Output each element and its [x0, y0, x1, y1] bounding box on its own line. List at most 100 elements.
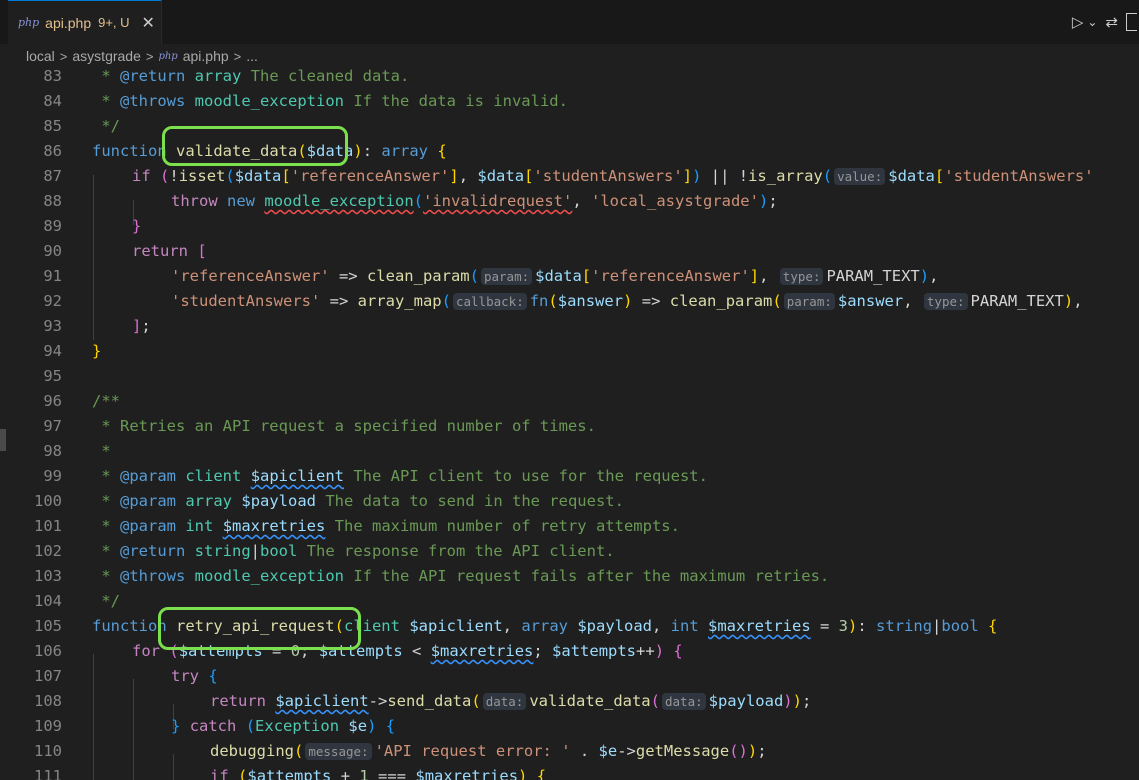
- tok: array: [381, 142, 429, 160]
- code-line: 102 * @return string|bool The response f…: [0, 539, 1139, 564]
- tok: $maxretries: [222, 517, 326, 535]
- tok: validate_data: [529, 692, 651, 710]
- inlay-hint: value:: [834, 168, 886, 185]
- breadcrumb-item-symbols[interactable]: ...: [246, 48, 258, 64]
- code-line: 83 * @return array The cleaned data.: [0, 64, 1139, 89]
- tok: $payload: [577, 617, 652, 635]
- tok: {: [536, 767, 547, 780]
- code-line: 107 try {: [0, 664, 1139, 689]
- inlay-hint: type:: [923, 293, 968, 310]
- tok: function: [92, 142, 167, 160]
- tok: 'invalidrequest': [423, 192, 573, 210]
- line-number: 92: [43, 292, 62, 310]
- tok: $payload: [708, 692, 784, 710]
- tok: || !: [701, 167, 749, 185]
- tok: ,: [458, 167, 478, 185]
- inlay-hint: param:: [480, 268, 533, 285]
- line-number: 99: [43, 467, 62, 485]
- tok: $e: [348, 717, 368, 735]
- tok: ,: [903, 292, 922, 310]
- tok: $maxretries: [430, 642, 534, 660]
- tok: .: [570, 742, 599, 760]
- tok: fn: [529, 292, 549, 310]
- code-editor[interactable]: 83 * @return array The cleaned data. 84 …: [0, 64, 1139, 780]
- breadcrumb-item-asystgrade[interactable]: asystgrade: [72, 48, 140, 64]
- line-number: 95: [43, 367, 62, 385]
- chevron-right-icon: >: [145, 48, 154, 64]
- tok: ->: [617, 742, 636, 760]
- code-line: 89 }: [0, 214, 1139, 239]
- tok: array: [194, 67, 242, 85]
- line-number: 102: [34, 542, 62, 560]
- line-number: 111: [34, 767, 62, 780]
- tok: ]: [449, 167, 459, 185]
- tok: Exception: [255, 717, 340, 735]
- line-number: 89: [43, 217, 62, 235]
- tok: client: [185, 467, 242, 485]
- tab-filename: api.php: [45, 14, 92, 31]
- code-text: if (!isset($data['referenceAnswer'], $da…: [132, 167, 1094, 185]
- php-file-icon: php: [158, 50, 178, 62]
- tok: Retries an API request a specified numbe…: [110, 417, 596, 435]
- tok: return: [132, 242, 188, 260]
- code-text: * @param array $payload The data to send…: [92, 489, 624, 514]
- tok: }: [171, 717, 181, 735]
- tok: catch: [189, 717, 237, 735]
- tok: string: [194, 542, 251, 560]
- code-text: debugging(message: 'API request error: ' …: [210, 742, 767, 760]
- tok: $maxretries: [415, 767, 519, 780]
- line-number: 110: [34, 742, 62, 760]
- code-text: */: [92, 114, 120, 139]
- line-number: 86: [43, 142, 62, 160]
- run-icon[interactable]: ▷: [1072, 13, 1084, 31]
- code-line: 101 * @param int $maxretries The maximum…: [0, 514, 1139, 539]
- tok: ,: [759, 267, 778, 285]
- tok: ;: [533, 642, 553, 660]
- tok: clean_param: [669, 292, 773, 310]
- tok: return: [210, 692, 266, 710]
- breadcrumb-item-file[interactable]: api.php: [183, 48, 229, 64]
- tok: $attempts: [552, 642, 637, 660]
- code-text: } catch (Exception $e) {: [171, 717, 396, 735]
- tok: *: [92, 567, 120, 585]
- tok: |: [250, 542, 261, 560]
- code-text: *: [92, 442, 111, 460]
- tab-api-php[interactable]: php api.php 9+, U ✕: [8, 0, 162, 44]
- source-control-compare-icon[interactable]: ⇄: [1105, 13, 1118, 31]
- tok: =>: [329, 267, 367, 285]
- line-number: 107: [34, 667, 62, 685]
- code-text: /**: [92, 392, 120, 410]
- line-number: 100: [34, 492, 62, 510]
- code-line: 111 if ($attempts + 1 === $maxretries) {: [0, 764, 1139, 780]
- inlay-hint: type:: [779, 268, 824, 285]
- tok: $apiclient: [275, 692, 369, 710]
- tok: {: [385, 717, 396, 735]
- line-number: 90: [43, 242, 62, 260]
- line-number: 84: [43, 92, 62, 110]
- tok: 1: [359, 767, 369, 780]
- code-line: 93 ];: [0, 314, 1139, 339]
- split-editor-icon[interactable]: [1126, 13, 1137, 31]
- tok: debugging: [210, 742, 294, 760]
- tok: moodle_exception: [194, 92, 344, 110]
- tok: 3: [838, 617, 849, 635]
- tok: {: [208, 667, 218, 685]
- tok: */: [92, 117, 120, 135]
- tok: $data: [535, 267, 582, 285]
- tok: +: [331, 767, 360, 780]
- highlight-retry-api-request: [158, 607, 361, 650]
- code-line: 99 * @param client $apiclient The API cl…: [0, 464, 1139, 489]
- tok: @return: [120, 542, 186, 560]
- breadcrumb-item-local[interactable]: local: [26, 48, 55, 64]
- tok: PARAM_TEXT: [826, 267, 920, 285]
- tok: string: [876, 617, 933, 635]
- tok: for: [132, 642, 160, 660]
- close-icon[interactable]: ✕: [142, 13, 155, 33]
- code-line: 100 * @param array $payload The data to …: [0, 489, 1139, 514]
- chevron-down-icon[interactable]: ⌄: [1087, 15, 1097, 29]
- code-line: 91 'referenceAnswer' => clean_param(para…: [0, 264, 1139, 289]
- tok: $data: [234, 167, 282, 185]
- php-file-icon: php: [18, 16, 40, 29]
- code-line: 92 'studentAnswers' => array_map(callbac…: [0, 289, 1139, 314]
- tok: new: [227, 192, 256, 210]
